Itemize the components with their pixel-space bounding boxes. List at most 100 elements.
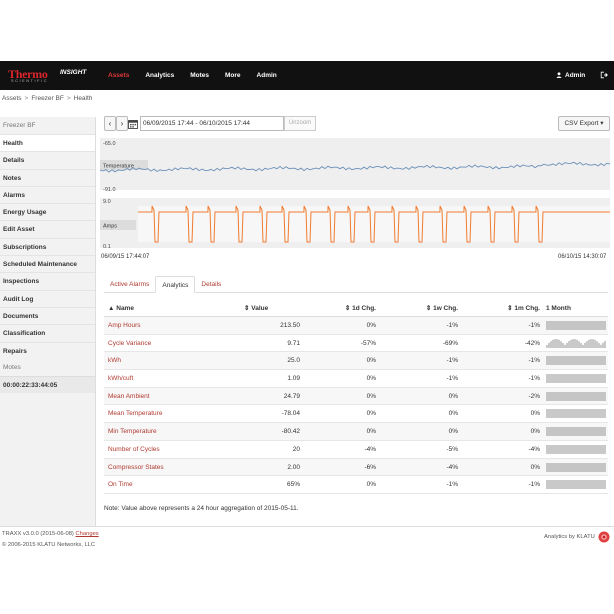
prev-range-button[interactable]: ‹: [104, 116, 116, 131]
nav-analytics[interactable]: Analytics: [137, 61, 182, 90]
sidebar-item-audit-log[interactable]: Audit Log: [0, 289, 95, 307]
col-header-1d[interactable]: ⇕ 1d Chg.: [300, 300, 376, 316]
nav-motes[interactable]: Motes: [182, 61, 217, 90]
table-row: kWh 25.0 0% -1% -1%: [104, 352, 608, 371]
calendar-icon[interactable]: [128, 119, 138, 129]
col-header-name[interactable]: ▲ Name: [104, 300, 204, 316]
nav-assets[interactable]: Assets: [100, 61, 137, 90]
tab-active-alarms[interactable]: Active Alarms: [104, 276, 155, 293]
sidebar-item-details[interactable]: Details: [0, 151, 95, 168]
row-1d-change: -57%: [360, 339, 376, 347]
sidebar-item-inspections[interactable]: Inspections: [0, 272, 95, 289]
sparkline-chart: [546, 462, 606, 472]
row-value: 213.50: [280, 322, 300, 329]
sidebar-item-documents[interactable]: Documents: [0, 306, 95, 324]
row-1m-change: 0%: [530, 463, 540, 471]
table-row: kWh/cuft 1.09 0% -1% -1%: [104, 370, 608, 388]
breadcrumb-health: Health: [73, 95, 93, 102]
row-1w-change: 0%: [448, 428, 458, 436]
row-1m-change: 0%: [530, 428, 540, 436]
sidebar-item-notes[interactable]: Notes: [0, 168, 95, 186]
row-value: 9.71: [287, 339, 300, 347]
thermo-logo[interactable]: Thermo INSIGHT SCIENTIFIC: [8, 67, 88, 85]
row-sparkline: [540, 352, 608, 369]
row-name-mean-ambient[interactable]: Mean Ambient: [104, 388, 204, 405]
sidebar-item-edit-asset[interactable]: Edit Asset: [0, 220, 95, 237]
sidebar-item-alarms[interactable]: Alarms: [0, 185, 95, 203]
klatu-logo-icon[interactable]: [598, 531, 610, 543]
health-chart[interactable]: -65.0 Temperature -91.0 9.0 Amps 0.1: [100, 134, 610, 254]
tab-analytics[interactable]: Analytics: [155, 276, 196, 293]
row-sparkline: [540, 423, 608, 440]
copyright-text: © 2006-2015 KLATU Networks, LLC: [2, 542, 96, 548]
breadcrumb-freezer[interactable]: Freezer BF: [31, 95, 64, 105]
col-header-1w[interactable]: ⇕ 1w Chg.: [376, 300, 458, 316]
user-menu[interactable]: Admin: [556, 61, 585, 90]
row-name-on-time[interactable]: On Time: [104, 476, 204, 493]
row-name-min-temperature[interactable]: Min Temperature: [104, 423, 204, 440]
chart-start-timestamp: 06/09/15 17:44:07: [101, 254, 150, 260]
next-range-button[interactable]: ›: [116, 116, 128, 131]
row-name-mean-temperature[interactable]: Mean Temperature: [104, 405, 204, 422]
table-row: Mean Ambient 24.79 0% 0% -2%: [104, 387, 608, 406]
sidebar-mote-id[interactable]: 00:00:22:33:44:05: [0, 375, 95, 393]
row-1w-change: -1%: [446, 375, 458, 383]
row-sparkline: [540, 317, 608, 334]
table-row: On Time 65% 0% -1% -1%: [104, 476, 608, 494]
row-name-kwh[interactable]: kWh: [104, 352, 204, 369]
row-1w-change: -1%: [446, 322, 458, 329]
row-1w-change: 0%: [448, 392, 458, 400]
changes-link[interactable]: Changes: [75, 531, 98, 537]
table-row: Mean Temperature -78.04 0% 0% 0%: [104, 405, 608, 424]
amps-series-label: Amps: [103, 224, 117, 230]
breadcrumb-assets[interactable]: Assets: [2, 95, 22, 105]
sidebar-item-energy-usage[interactable]: Energy Usage: [0, 203, 95, 220]
row-name-amp-hours[interactable]: Amp Hours: [104, 317, 204, 334]
temperature-plot-bg: [100, 138, 610, 190]
top-navbar: Thermo INSIGHT SCIENTIFIC Assets Analyti…: [0, 61, 614, 90]
nav-admin[interactable]: Admin: [249, 61, 285, 90]
sparkline-chart: [546, 321, 606, 330]
col-header-1-month: 1 Month: [546, 305, 571, 312]
row-1d-change: 0%: [366, 428, 376, 436]
sidebar-item-classification[interactable]: Classification: [0, 324, 95, 341]
amps-max-tick: 9.0: [103, 199, 111, 205]
row-name-compressor-states[interactable]: Compressor States: [104, 459, 204, 476]
sidebar-item-repairs[interactable]: Repairs: [0, 341, 95, 359]
sparkline-chart: [546, 444, 606, 454]
row-name-cycle-variance[interactable]: Cycle Variance: [104, 335, 204, 352]
logout-icon[interactable]: [600, 71, 608, 79]
sparkline-chart: [546, 356, 606, 366]
sidebar-item-subscriptions[interactable]: Subscriptions: [0, 237, 95, 255]
unzoom-button[interactable]: Unzoom: [284, 116, 316, 131]
row-1d-change: 0%: [366, 481, 376, 489]
csv-export-button[interactable]: CSV Export ▾: [558, 116, 610, 131]
date-range-input[interactable]: 06/09/2015 17:44 - 06/10/2015 17:44: [140, 116, 284, 131]
sidebar-item-health[interactable]: Health: [0, 134, 95, 152]
aggregation-note: Note: Value above represents a 24 hour a…: [104, 505, 299, 512]
col-header-value[interactable]: ⇕ Value: [204, 300, 300, 316]
powered-by-text: Analytics by KLATU: [544, 534, 595, 540]
row-1d-change: -6%: [364, 463, 376, 471]
col-header-1m[interactable]: ⇕ 1m Chg.: [458, 300, 540, 316]
row-1w-change: -69%: [442, 339, 458, 347]
nav-more[interactable]: More: [217, 61, 249, 90]
row-1m-change: -1%: [528, 322, 540, 329]
analytics-table: ▲ Name ⇕ Value ⇕ 1d Chg. ⇕ 1w Chg. ⇕ 1m …: [104, 300, 608, 494]
row-1m-change: -1%: [528, 375, 540, 383]
row-1d-change: 0%: [366, 410, 376, 418]
row-name-kwh-per-cuft[interactable]: kWh/cuft: [104, 370, 204, 387]
row-name-number-of-cycles[interactable]: Number of Cycles: [104, 441, 204, 458]
row-value: 20: [292, 445, 300, 453]
row-1m-change: -2%: [528, 392, 540, 400]
sparkline-chart: [546, 427, 606, 437]
row-value: 1.09: [287, 375, 300, 383]
row-sparkline: [540, 476, 608, 493]
row-sparkline: [540, 370, 608, 387]
row-1m-change: -4%: [528, 445, 540, 453]
sidebar-item-scheduled-maintenance[interactable]: Scheduled Maintenance: [0, 255, 95, 272]
tab-details[interactable]: Details: [195, 276, 227, 293]
breadcrumb: Assets > Freezer BF > Health: [2, 95, 92, 105]
row-value: 2.00: [287, 463, 300, 471]
row-1w-change: -1%: [446, 357, 458, 365]
